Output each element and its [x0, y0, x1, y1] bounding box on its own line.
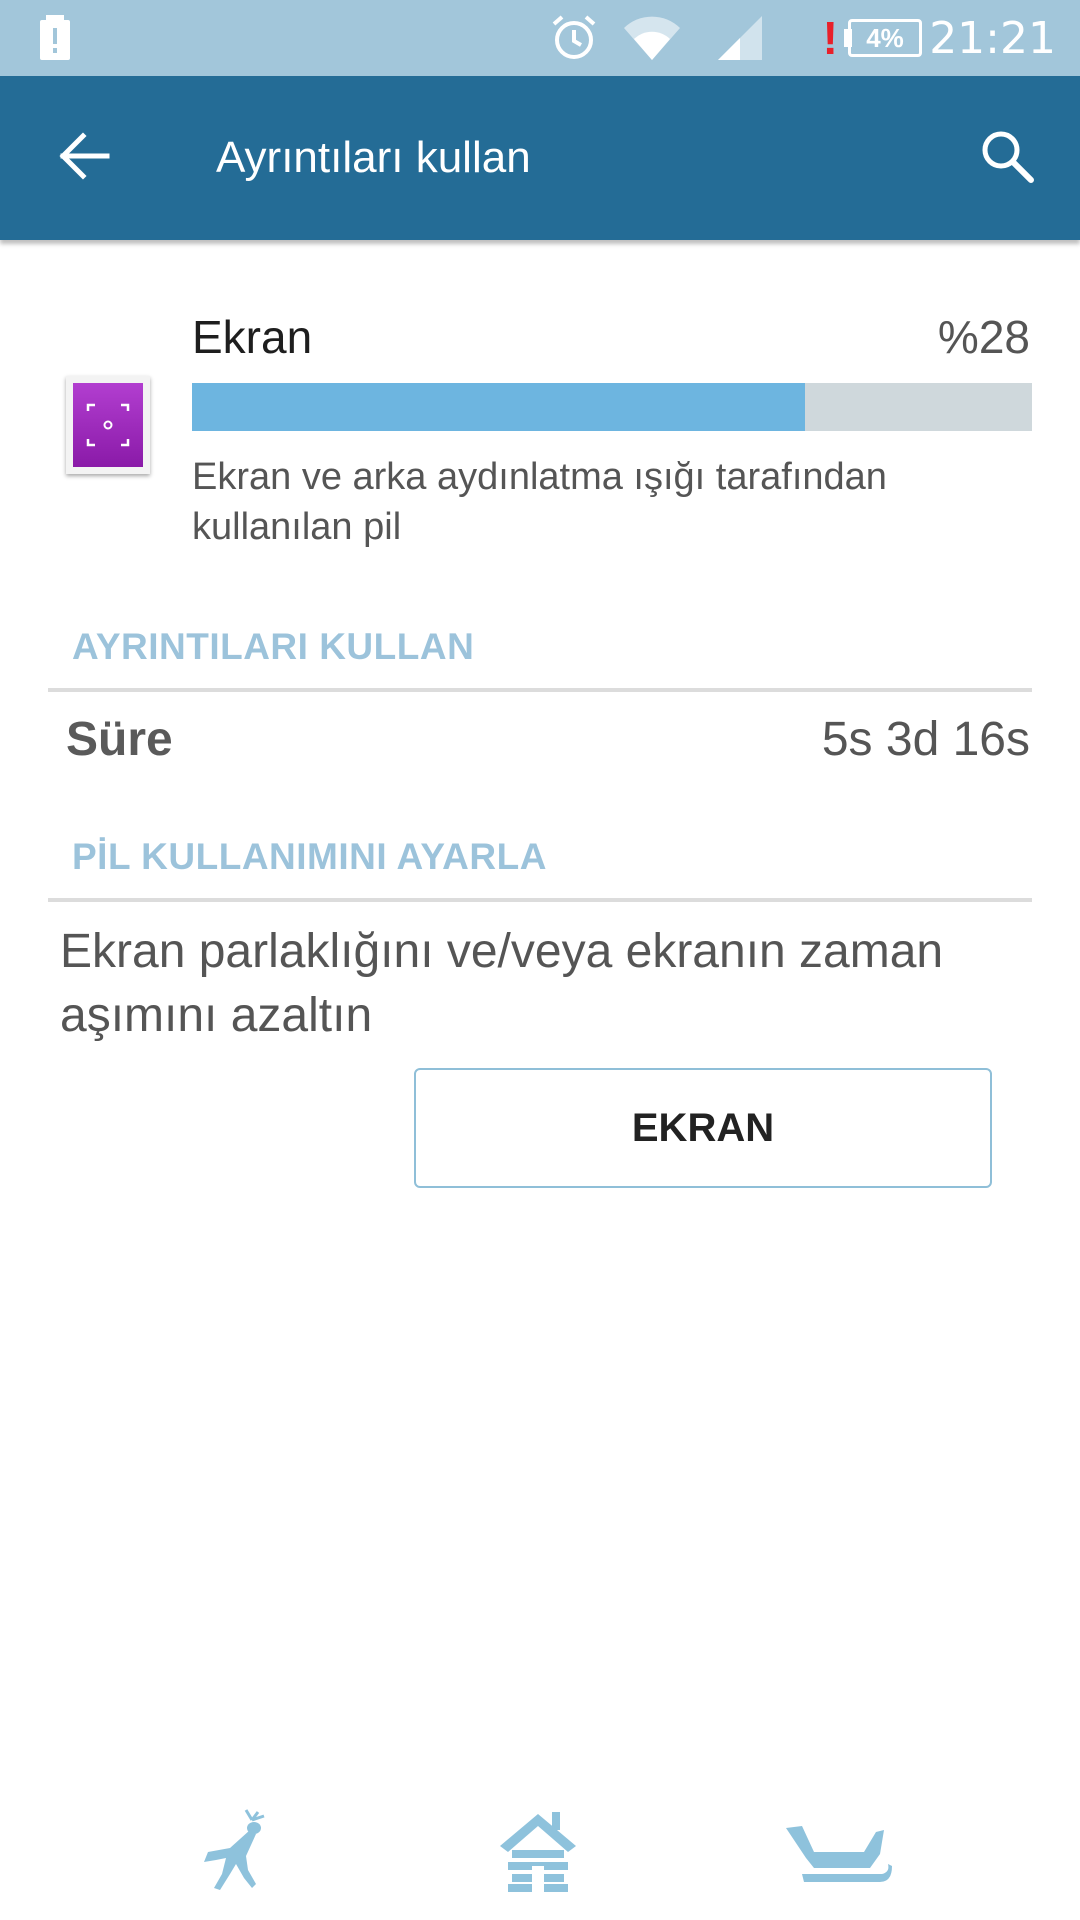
status-bar: ! 4% 21:21 [0, 0, 1080, 76]
item-description: Ekran ve arka aydınlatma ışığı tarafında… [192, 456, 887, 548]
tip-text: Ekran parlaklığını ve/veya ekranın zaman… [60, 925, 944, 1042]
item-name: Ekran [192, 311, 313, 363]
usage-progress-fill [192, 383, 806, 431]
alarm-icon [550, 0, 598, 76]
usage-progress-bar [192, 383, 1032, 431]
screen-settings-button[interactable]: EKRAN [414, 1068, 992, 1188]
item-percent: %28 [937, 311, 1030, 363]
clock: 21:21 [929, 12, 1056, 64]
arrow-left-icon [59, 131, 111, 185]
duration-value: 5s 3d 16s [821, 713, 1030, 766]
warning-icon: ! [822, 12, 838, 64]
reindeer-icon [200, 1808, 276, 1897]
house-icon [498, 1808, 578, 1897]
app-bar: Ayrıntıları kullan [0, 76, 1080, 240]
divider [48, 688, 1032, 692]
battery-percent: 4% [848, 19, 922, 57]
back-button[interactable] [40, 113, 130, 203]
search-icon [979, 128, 1035, 189]
signal-icon [716, 0, 764, 76]
divider [48, 898, 1032, 902]
wifi-icon [622, 0, 682, 76]
duration-label: Süre [66, 713, 173, 766]
section-header-details: AYRINTILARI KULLAN [72, 626, 475, 667]
battery-alert-icon [38, 0, 72, 76]
section-header-adjust: PİL KULLANIMINI AYARLA [72, 836, 547, 877]
page-title: Ayrıntıları kullan [216, 133, 531, 182]
sleigh-icon [784, 1808, 892, 1897]
search-button[interactable] [962, 113, 1052, 203]
screen-icon [66, 376, 150, 474]
